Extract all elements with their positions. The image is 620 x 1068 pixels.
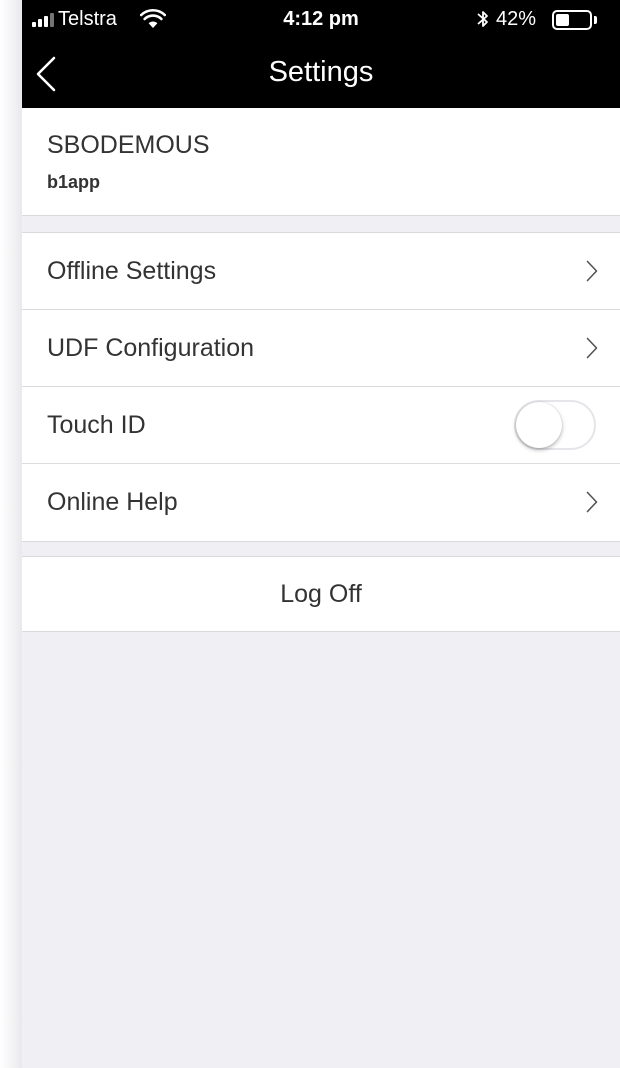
- log-off-label: Log Off: [280, 580, 362, 608]
- top-bar: Telstra 4:12 pm 42% Settings: [22, 0, 620, 108]
- toggle-knob: [516, 402, 562, 448]
- touch-id-toggle[interactable]: [514, 400, 596, 450]
- settings-item-udf-configuration[interactable]: UDF Configuration: [22, 310, 620, 387]
- settings-item-offline-settings[interactable]: Offline Settings: [22, 233, 620, 310]
- settings-item-label: Online Help: [47, 488, 178, 516]
- battery-icon: [552, 10, 592, 30]
- chevron-right-icon: [586, 491, 598, 513]
- chevron-right-icon: [586, 260, 598, 282]
- settings-item-touch-id: Touch ID: [22, 387, 620, 464]
- background-margin: [0, 0, 22, 1068]
- settings-list: Offline Settings UDF Configuration Touch…: [22, 232, 620, 542]
- chevron-right-icon: [586, 337, 598, 359]
- settings-item-label: Offline Settings: [47, 257, 217, 285]
- page-title: Settings: [268, 56, 374, 88]
- account-user-name: b1app: [47, 172, 101, 192]
- battery-tip: [594, 16, 597, 24]
- settings-item-label: UDF Configuration: [47, 334, 255, 362]
- account-header: SBODEMOUS b1app: [22, 108, 620, 216]
- settings-screen: Telstra 4:12 pm 42% Settings SBODEMOUS b…: [22, 0, 620, 1068]
- status-bar: Telstra 4:12 pm 42%: [22, 0, 620, 40]
- log-off-button[interactable]: Log Off: [22, 556, 620, 632]
- account-company-name: SBODEMOUS: [47, 131, 210, 159]
- battery-percentage: 42%: [496, 8, 537, 30]
- settings-item-label: Touch ID: [47, 411, 146, 439]
- settings-item-online-help[interactable]: Online Help: [22, 464, 620, 541]
- bluetooth-icon: [477, 11, 488, 27]
